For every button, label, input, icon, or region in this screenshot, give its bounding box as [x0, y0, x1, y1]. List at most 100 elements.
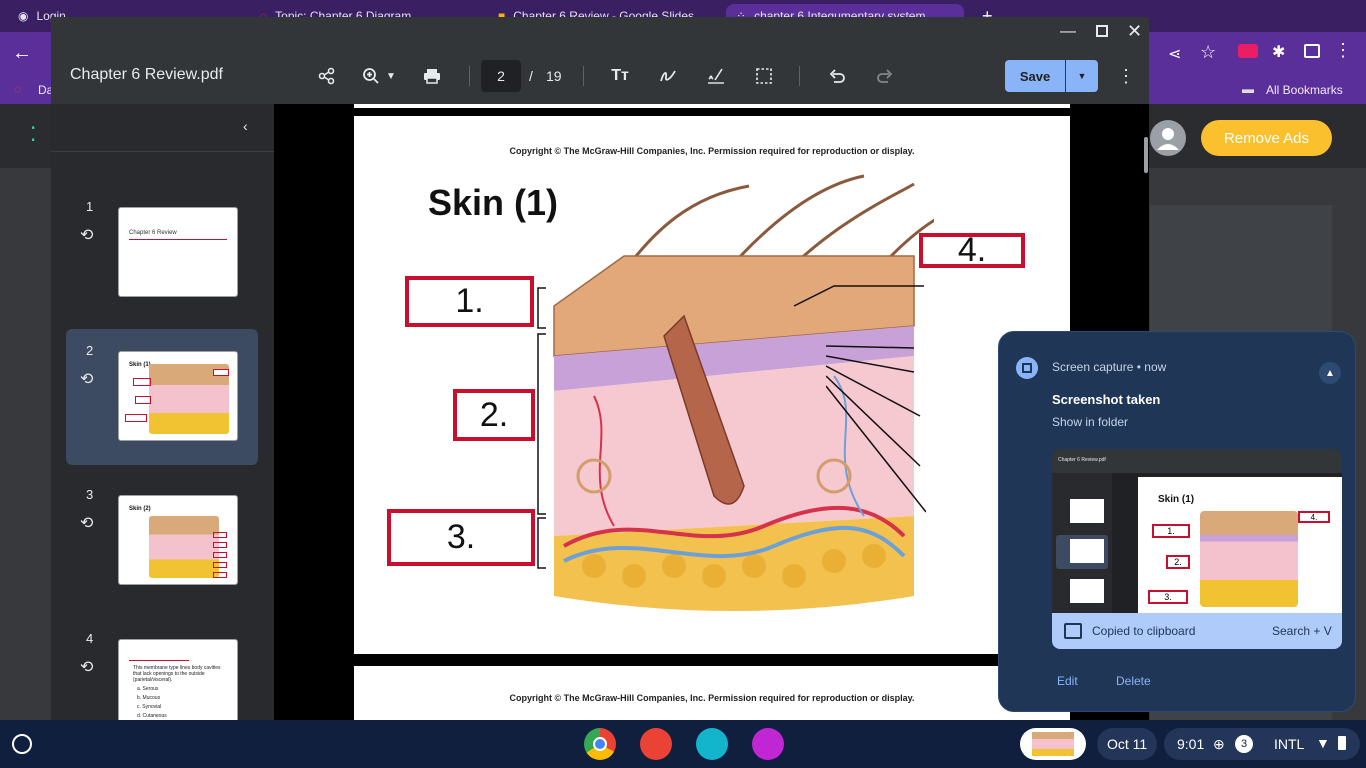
wifi-icon: ▼: [1316, 735, 1330, 751]
do-not-disturb-icon: ⊕: [1213, 736, 1225, 752]
classroom-app-icon[interactable]: [696, 728, 728, 760]
label-box-3: 3.: [387, 509, 535, 566]
text-tool-icon: Tт: [611, 67, 629, 84]
remove-ads-button[interactable]: Remove Ads: [1201, 120, 1332, 156]
thumbnail-image: Chapter 6 Review: [118, 207, 238, 297]
signature-icon: [708, 68, 724, 84]
share-icon: [318, 67, 335, 85]
back-arrow-icon[interactable]: ←: [12, 42, 32, 65]
undo-icon: [829, 69, 845, 83]
star-icon[interactable]: ☆: [1200, 42, 1216, 63]
date-tray[interactable]: Oct 11: [1097, 728, 1158, 760]
divider: [799, 66, 800, 86]
maximize-icon[interactable]: [1096, 25, 1108, 37]
select-area-button[interactable]: [748, 60, 780, 92]
collapse-notification-button[interactable]: ▲: [1319, 362, 1341, 384]
screenshot-preview[interactable]: Chapter 6 Review.pdf Skin (1) 1. 2. 3. 4…: [1052, 449, 1342, 649]
battery-icon: [1338, 736, 1346, 750]
sidebar-header: ‹: [51, 104, 274, 152]
screen-capture-icon: [1016, 357, 1038, 379]
zoom-in-icon: [363, 68, 379, 84]
vertical-scrollbar[interactable]: [1144, 137, 1148, 173]
rotate-icon[interactable]: ⟲: [80, 657, 93, 677]
clock: 9:01: [1177, 736, 1205, 752]
selection-icon: [756, 68, 772, 84]
share-button[interactable]: [311, 60, 343, 92]
thumbnail-image: This membrane type lines body cavities t…: [118, 639, 238, 720]
clipboard-text: Copied to clipboard: [1092, 624, 1196, 638]
thumbnail-page-1[interactable]: 1 ⟲ Chapter 6 Review: [66, 185, 258, 321]
caret-down-icon: ▼: [1077, 71, 1087, 81]
print-button[interactable]: [416, 60, 448, 92]
thumbnail-page-4[interactable]: 4 ⟲ This membrane type lines body caviti…: [66, 617, 258, 720]
preview-toolbar: Chapter 6 Review.pdf: [1052, 449, 1342, 473]
thumbnail-page-3[interactable]: 3 ⟲ Skin (2): [66, 473, 258, 609]
rotate-icon[interactable]: ⟲: [80, 513, 93, 533]
copyright-text: Copyright © The McGraw-Hill Companies, I…: [509, 693, 915, 703]
minimize-icon[interactable]: —: [1060, 23, 1076, 41]
highlight-button[interactable]: [700, 60, 732, 92]
chevron-up-icon: ▲: [1325, 367, 1335, 379]
more-vert-icon[interactable]: ⋮: [1334, 40, 1352, 61]
more-vert-icon: ⋮: [1117, 65, 1135, 86]
thumbnail-image: Skin (2): [118, 495, 238, 585]
save-options-button[interactable]: ▼: [1066, 60, 1098, 92]
os-shelf: [0, 720, 1366, 768]
redo-icon: [877, 69, 893, 83]
pdf-title: Chapter 6 Review.pdf: [70, 66, 223, 83]
rotate-icon[interactable]: ⟲: [80, 369, 93, 389]
pdf-page-2: Copyright © The McGraw-Hill Companies, I…: [354, 116, 1070, 654]
chrome-app-icon[interactable]: [584, 728, 616, 760]
extension-icon[interactable]: [1238, 44, 1258, 58]
zoom-dropdown[interactable]: ▼: [381, 60, 401, 92]
undo-button[interactable]: [821, 60, 853, 92]
print-icon: [424, 69, 440, 84]
all-bookmarks-button[interactable]: All Bookmarks: [1266, 83, 1343, 97]
pointer-lines: [826, 345, 926, 513]
collapse-sidebar-icon[interactable]: ‹: [243, 118, 248, 134]
avatar[interactable]: [1150, 120, 1186, 156]
redo-button[interactable]: [869, 60, 901, 92]
keyboard-layout: INTL: [1274, 736, 1305, 752]
rotate-icon[interactable]: ⟲: [80, 225, 93, 245]
notification-count-badge: 3: [1235, 735, 1253, 753]
holding-space-thumbnail[interactable]: [1020, 728, 1086, 760]
edit-button[interactable]: Edit: [1057, 674, 1078, 688]
share-icon[interactable]: ⋖: [1168, 44, 1181, 64]
draw-button[interactable]: [652, 60, 684, 92]
thumbnail-image: Skin (1): [118, 351, 238, 441]
label-box-1: 1.: [405, 276, 534, 327]
pdf-page-3: Copyright © The McGraw-Hill Companies, I…: [354, 666, 1070, 720]
delete-button[interactable]: Delete: [1116, 674, 1151, 688]
preview-page: Skin (1) 1. 2. 3. 4.: [1138, 477, 1342, 613]
paint-app-icon[interactable]: [640, 728, 672, 760]
clipboard-icon: [1064, 623, 1082, 639]
show-in-folder-link[interactable]: Show in folder: [1052, 415, 1128, 429]
side-panel-icon[interactable]: [1304, 44, 1320, 58]
notification-title: Screenshot taken: [1052, 392, 1161, 407]
more-options-button[interactable]: ⋮: [1110, 60, 1142, 92]
puzzle-icon[interactable]: ✱: [1272, 42, 1285, 62]
paste-shortcut: Search + V: [1272, 624, 1332, 638]
bookmark-icon: ◌: [14, 82, 22, 96]
page-separator: /: [529, 68, 533, 84]
bracket-lines: [537, 287, 546, 569]
site-logo-icon: ⁚: [30, 124, 37, 146]
thumbnail-page-2[interactable]: 2 ⟲ Skin (1): [66, 329, 258, 465]
close-icon[interactable]: ✕: [1127, 21, 1142, 42]
text-button[interactable]: Tт: [604, 60, 636, 92]
notification-app-name: Screen capture • now: [1052, 360, 1167, 374]
divider: [469, 66, 470, 86]
launcher-button[interactable]: [12, 734, 32, 754]
folder-icon: ▬: [1242, 82, 1254, 96]
draw-icon: [660, 70, 676, 82]
pdf-toolbar: — ✕ Chapter 6 Review.pdf ▼ 2 / 19 Tт Sav…: [51, 17, 1149, 104]
pdf-viewer-window: — ✕ Chapter 6 Review.pdf ▼ 2 / 19 Tт Sav…: [51, 17, 1149, 720]
canvas-app-icon[interactable]: [752, 728, 784, 760]
status-tray[interactable]: 9:01 ⊕ 3 INTL ▼: [1164, 728, 1360, 760]
save-button[interactable]: Save: [1005, 60, 1065, 92]
page-total: 19: [546, 68, 562, 84]
label-box-2: 2.: [453, 389, 535, 441]
thumbnail-sidebar: ‹ 1 ⟲ Chapter 6 Review 2 ⟲ Skin (1) 3 ⟲ …: [51, 104, 274, 720]
page-number-input[interactable]: 2: [481, 60, 521, 92]
